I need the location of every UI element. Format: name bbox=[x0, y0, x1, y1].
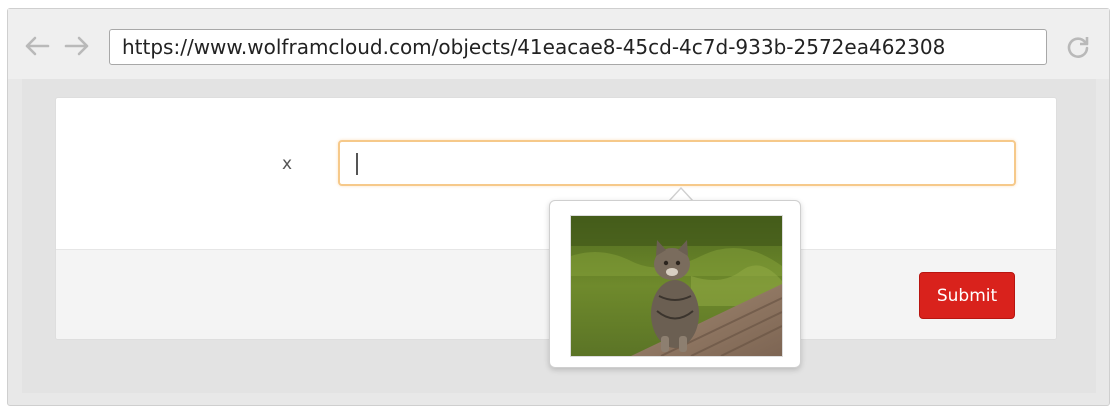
arrow-right-icon bbox=[64, 36, 89, 56]
field-label-x: x bbox=[282, 154, 293, 174]
cat-photo bbox=[570, 215, 783, 357]
submit-button[interactable]: Submit bbox=[919, 272, 1015, 319]
back-button[interactable] bbox=[22, 33, 52, 59]
x-input-field[interactable] bbox=[338, 140, 1016, 186]
address-bar[interactable]: https://www.wolframcloud.com/objects/41e… bbox=[109, 29, 1047, 65]
text-caret bbox=[356, 153, 358, 175]
arrow-left-icon bbox=[25, 36, 50, 56]
browser-toolbar: https://www.wolframcloud.com/objects/41e… bbox=[8, 9, 1109, 79]
forward-button[interactable] bbox=[62, 33, 92, 59]
cat-photo-illustration bbox=[571, 216, 782, 356]
reload-button[interactable] bbox=[1063, 33, 1093, 61]
image-preview-popover bbox=[549, 200, 801, 368]
reload-icon bbox=[1067, 37, 1089, 58]
